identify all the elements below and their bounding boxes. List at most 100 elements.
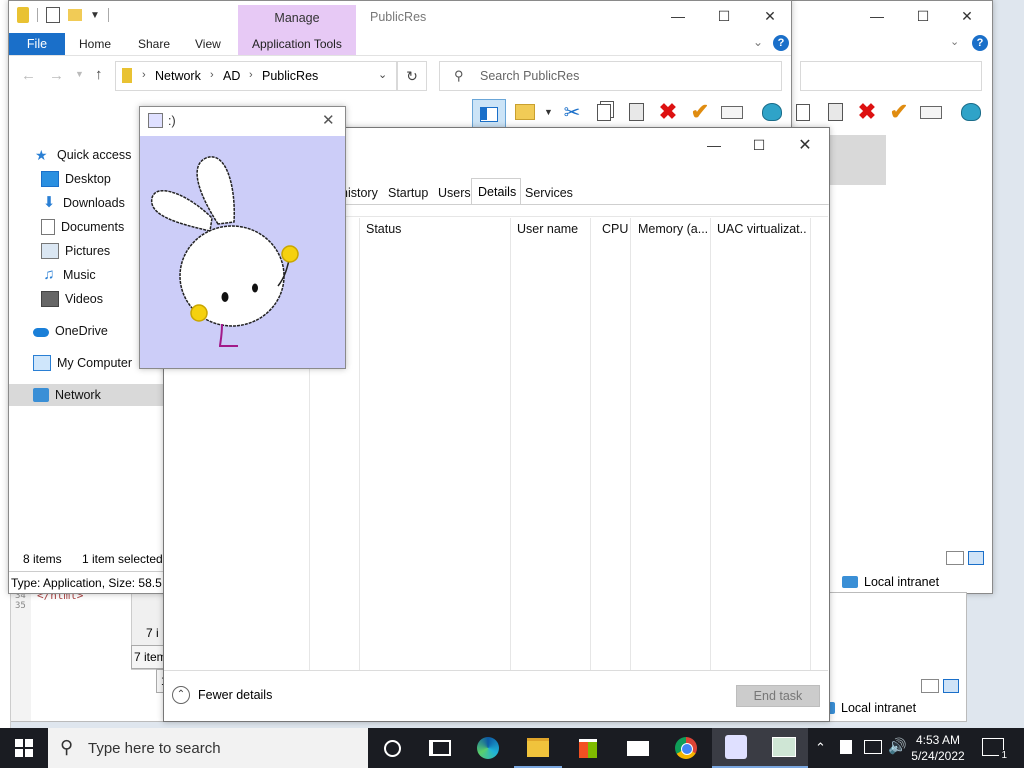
- delete-icon[interactable]: ✖: [657, 99, 679, 124]
- nav-downloads[interactable]: ⬇ Downloads: [41, 192, 125, 214]
- bg-search-box[interactable]: [800, 61, 982, 91]
- security-icon[interactable]: [840, 740, 852, 754]
- column-memory[interactable]: Memory (a...: [638, 222, 708, 236]
- bunny-app-taskbar-button[interactable]: [712, 728, 760, 768]
- search-box[interactable]: ⚲ Search PublicRes: [439, 61, 782, 91]
- bg-maximize-button[interactable]: ☐: [900, 1, 946, 31]
- tab-share[interactable]: Share: [128, 33, 180, 55]
- taskbar-search-placeholder: Type here to search: [88, 740, 221, 757]
- column-status[interactable]: Status: [366, 222, 401, 236]
- nav-pictures[interactable]: Pictures: [41, 240, 110, 262]
- bg-view-tiles-icon[interactable]: [968, 551, 984, 565]
- nav-onedrive[interactable]: OneDrive: [33, 320, 108, 342]
- tm-minimize-button[interactable]: —: [691, 130, 737, 160]
- folder-pin-icon[interactable]: [17, 7, 29, 23]
- bg-delete-icon[interactable]: ✖: [856, 99, 878, 124]
- cortana-button[interactable]: [368, 728, 416, 768]
- help-icon[interactable]: ?: [773, 35, 789, 51]
- minimize-button[interactable]: —: [655, 1, 701, 31]
- bg-check-icon[interactable]: ✔: [888, 99, 910, 124]
- column-user-name[interactable]: User name: [517, 222, 578, 236]
- check-icon[interactable]: ✔: [689, 99, 711, 124]
- nav-documents[interactable]: Documents: [41, 216, 124, 238]
- tab-services[interactable]: Services: [525, 182, 573, 204]
- nav-quick-access[interactable]: ★ Quick access: [35, 144, 131, 166]
- bg-copy-icon[interactable]: [792, 101, 814, 123]
- folder-options-dropdown-icon[interactable]: ▼: [544, 107, 553, 117]
- bg-zone-status: Local intranet: [842, 575, 939, 589]
- expand-ribbon-icon[interactable]: ⌄: [753, 35, 763, 49]
- tab-home[interactable]: Home: [69, 33, 121, 55]
- new-folder-icon[interactable]: [68, 9, 82, 21]
- customize-toolbar-icon[interactable]: ▼: [90, 10, 100, 21]
- recent-locations-icon[interactable]: ▼: [75, 69, 84, 79]
- bg-minimize-button[interactable]: —: [854, 1, 900, 31]
- forward-button[interactable]: →: [49, 67, 64, 84]
- mail-icon: [627, 740, 649, 756]
- status-item-count: 8 items: [23, 552, 62, 566]
- file-explorer-taskbar-button[interactable]: [514, 728, 562, 768]
- rename-icon[interactable]: [721, 101, 743, 123]
- volume-icon[interactable]: 🔊: [888, 737, 907, 755]
- nav-music[interactable]: ♫ Music: [41, 264, 95, 286]
- refresh-button[interactable]: ↻: [397, 61, 427, 91]
- tab-startup[interactable]: Startup: [388, 182, 428, 204]
- bg-view-tiles-icon-2[interactable]: [943, 679, 959, 693]
- clock[interactable]: 4:53 AM 5/24/2022: [910, 732, 966, 764]
- tm-close-button[interactable]: ✕: [782, 130, 828, 160]
- breadcrumb-network[interactable]: Network: [155, 69, 201, 83]
- breadcrumb-publicres[interactable]: PublicRes: [262, 69, 318, 83]
- copy-icon[interactable]: [593, 101, 615, 123]
- music-icon: ♫: [43, 266, 55, 283]
- paste-icon[interactable]: [625, 101, 647, 123]
- edge-button[interactable]: [464, 728, 512, 768]
- network-tray-icon[interactable]: [864, 740, 882, 754]
- end-task-button[interactable]: End task: [736, 685, 820, 707]
- bg-rename-icon[interactable]: [920, 101, 942, 123]
- start-button[interactable]: [0, 728, 48, 768]
- maximize-button[interactable]: ☐: [701, 1, 747, 31]
- tab-users[interactable]: Users: [438, 182, 471, 204]
- taskbar-search-box[interactable]: ⚲ Type here to search: [48, 728, 368, 768]
- notifications-button[interactable]: 1: [982, 738, 1009, 761]
- fewer-details-button[interactable]: ⌃ Fewer details: [172, 686, 272, 704]
- breadcrumb-ad[interactable]: AD: [223, 69, 240, 83]
- tab-app-history[interactable]: history: [341, 182, 378, 204]
- bg-close-button[interactable]: ✕: [944, 1, 990, 31]
- show-hidden-icons-button[interactable]: ⌃: [815, 740, 826, 756]
- close-button[interactable]: ✕: [747, 1, 791, 31]
- bunny-close-button[interactable]: ✕: [322, 111, 335, 129]
- preview-pane-button[interactable]: [472, 99, 506, 129]
- mail-button[interactable]: [614, 728, 662, 768]
- shell-icon[interactable]: [761, 101, 783, 123]
- task-view-button[interactable]: [416, 728, 464, 768]
- nav-desktop[interactable]: Desktop: [41, 168, 111, 190]
- bg-paste-icon[interactable]: [824, 101, 846, 123]
- cut-icon[interactable]: ✂: [561, 101, 583, 124]
- bg-view-details-icon-2[interactable]: [921, 679, 939, 693]
- up-button[interactable]: ↑: [95, 66, 103, 83]
- address-dropdown-icon[interactable]: ⌄: [378, 68, 387, 81]
- bg-help-icon[interactable]: ?: [972, 35, 988, 51]
- nav-my-computer[interactable]: My Computer: [33, 352, 132, 374]
- task-manager-taskbar-button[interactable]: [760, 728, 808, 768]
- bg-selected-row[interactable]: [828, 135, 886, 185]
- bg-view-details-icon[interactable]: [946, 551, 964, 565]
- tab-file[interactable]: File: [9, 33, 65, 55]
- column-uac[interactable]: UAC virtualizat...: [717, 222, 807, 236]
- tab-view[interactable]: View: [185, 33, 231, 55]
- nav-videos[interactable]: Videos: [41, 288, 103, 310]
- bg-shell-icon[interactable]: [960, 101, 982, 123]
- properties-icon[interactable]: [46, 7, 60, 23]
- bg-chevron-down-icon[interactable]: ⌄: [950, 35, 959, 48]
- column-cpu[interactable]: CPU: [602, 222, 628, 236]
- tab-details[interactable]: Details: [471, 178, 521, 205]
- folder-options-icon[interactable]: [514, 101, 536, 123]
- tm-maximize-button[interactable]: ☐: [736, 130, 782, 160]
- chrome-button[interactable]: [662, 728, 710, 768]
- nav-network[interactable]: Network: [9, 384, 165, 406]
- back-button[interactable]: ←: [21, 67, 36, 84]
- address-bar[interactable]: › Network › AD › PublicRes ⌄: [115, 61, 397, 91]
- store-button[interactable]: [564, 728, 612, 768]
- tab-application-tools[interactable]: Application Tools: [242, 33, 352, 55]
